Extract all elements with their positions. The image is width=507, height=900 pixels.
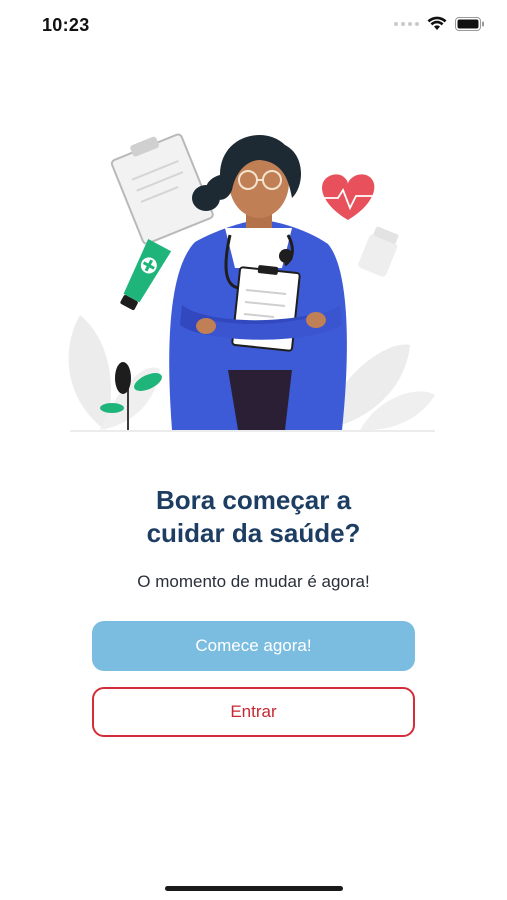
signal-dots-icon — [394, 21, 419, 26]
ointment-tube-icon — [120, 239, 172, 311]
doctor-with-clipboard-illustration — [68, 133, 435, 432]
home-indicator[interactable] — [165, 886, 343, 891]
heart-icon — [322, 174, 375, 220]
subtitle: O momento de mudar é agora! — [137, 572, 370, 591]
page-title: Bora começar a cuidar da saúde? — [0, 484, 507, 550]
status-bar: 10:23 — [0, 0, 507, 54]
login-button[interactable]: Entrar — [92, 687, 415, 737]
clipboard-icon — [110, 133, 214, 245]
battery-icon — [455, 16, 484, 31]
start-now-button[interactable]: Comece agora! — [92, 621, 415, 671]
status-time: 10:23 — [42, 15, 90, 35]
status-icons — [394, 16, 485, 31]
pill-bottle-icon — [358, 226, 399, 277]
headline-line-2: cuidar da saúde? — [146, 518, 361, 548]
headline-line-1: Bora começar a — [155, 485, 352, 515]
wifi-icon — [427, 16, 447, 30]
